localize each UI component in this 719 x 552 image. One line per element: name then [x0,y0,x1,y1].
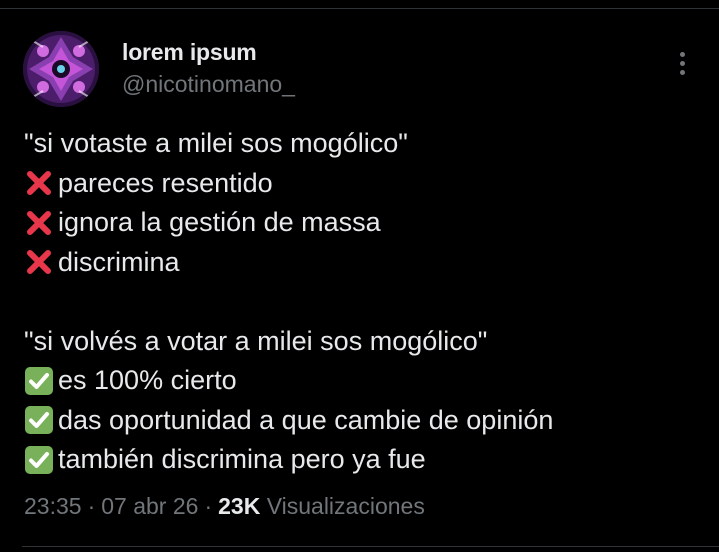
display-name[interactable]: lorem ipsum [122,39,257,66]
tweet-line: ignora la gestión de massa [24,203,704,243]
tweet-line: "si volvés a votar a milei sos mogólico" [24,322,704,362]
tweet-meta: 23:35 · 07 abr 26 · 23K Visualizaciones [24,493,425,520]
check-mark-button-icon [24,405,54,435]
tweet-line: das oportunidad a que cambie de opinión [24,401,704,441]
top-divider [0,8,719,9]
tweet-line: es 100% cierto [24,361,704,401]
views-count: 23K [218,493,261,519]
cross-mark-icon [24,168,54,198]
tweet-date[interactable]: 07 abr 26 [101,493,198,519]
tweet-line-text: pareces resentido [58,167,273,198]
user-handle[interactable]: @nicotinomano_ [122,71,295,98]
avatar-image [23,31,99,107]
meta-separator: · [204,493,213,519]
more-options-icon [679,51,685,57]
avatar[interactable] [23,31,99,107]
tweet-line-text: discrimina [58,246,180,277]
tweet-line-text: es 100% cierto [58,365,237,395]
more-options-button[interactable] [668,46,696,80]
cross-mark-icon [24,247,54,277]
more-options-icon-dot [679,69,685,75]
tweet-line: pareces resentido [24,164,704,204]
tweet-text: "si votaste a milei sos mogólico" pareces… [24,124,704,480]
tweet-line: discrimina [24,243,704,283]
more-options-icon-dot [679,60,685,66]
tweet-line-text: "si volvés a votar a milei sos mogólico" [24,325,488,356]
check-mark-button-icon [24,445,54,475]
tweet-line: también discrimina pero ya fue [24,440,704,480]
tweet-time[interactable]: 23:35 [24,493,82,519]
meta-separator: · [87,493,96,519]
tweet-line-text: ignora la gestión de massa [58,207,381,237]
views-label: Visualizaciones [266,493,425,519]
check-mark-button-icon [24,366,54,396]
tweet-line-text: "si votaste a milei sos mogólico" [24,128,408,158]
tweet-line-text: también discrimina pero ya fue [58,444,426,474]
tweet-line-text: das oportunidad a que cambie de opinión [58,404,554,435]
bottom-divider [22,546,719,547]
cross-mark-icon [24,208,54,238]
tweet-line: "si votaste a milei sos mogólico" [24,124,704,164]
